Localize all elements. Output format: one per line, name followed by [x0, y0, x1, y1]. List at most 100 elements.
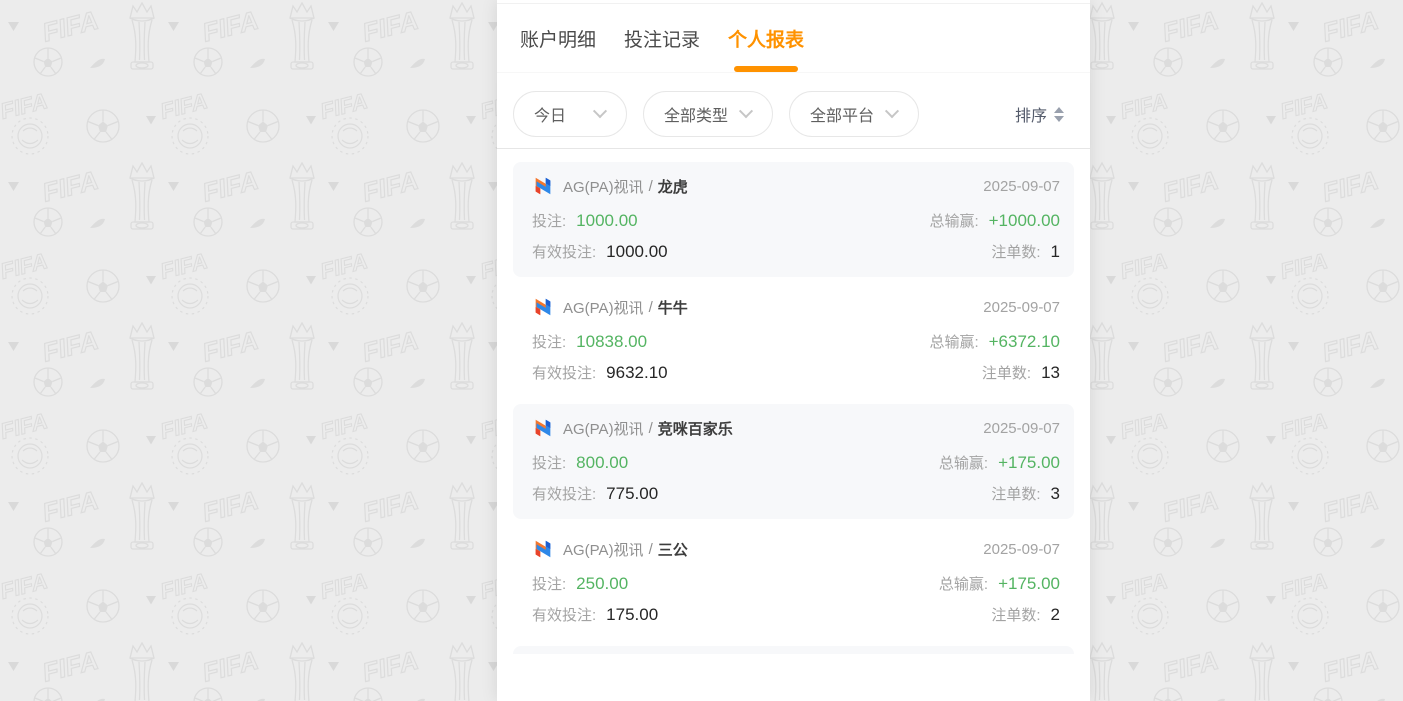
valid-bet-cell: 有效投注: 175.00 [532, 604, 658, 625]
bet-count-value: 13 [1041, 363, 1060, 383]
total-win-cell: 总输赢: +175.00 [939, 573, 1060, 594]
valid-bet-label: 有效投注: [532, 604, 596, 625]
type-filter-dropdown[interactable]: 全部类型 [643, 91, 773, 137]
valid-bet-label: 有效投注: [532, 241, 596, 262]
bet-cell: 投注: 800.00 [532, 452, 628, 473]
card-row: 有效投注: 1000.00 注单数: 1 [532, 241, 1060, 262]
bet-count-label: 注单数: [982, 362, 1031, 383]
total-win-value: +1000.00 [989, 211, 1060, 231]
filter-bar: 今日 全部类型 全部平台 排序 [497, 73, 1090, 149]
total-win-cell: 总输赢: +1000.00 [929, 210, 1060, 231]
card-row: 有效投注: 775.00 注单数: 3 [532, 483, 1060, 504]
valid-bet-value: 9632.10 [606, 363, 667, 383]
bet-label: 投注: [532, 210, 566, 231]
bet-label: 投注: [532, 573, 566, 594]
platform-filter-value: 全部平台 [810, 102, 874, 126]
card-header: AG(PA)视讯 / 龙虎 2025-09-07 [532, 175, 1060, 197]
game-name: 三公 [658, 539, 688, 560]
bet-label: 投注: [532, 452, 566, 473]
valid-bet-cell: 有效投注: 1000.00 [532, 241, 668, 262]
report-panel: 账户明细 投注记录 个人报表 今日 全部类型 全部平台 排序 [497, 0, 1090, 701]
sort-label: 排序 [1015, 102, 1047, 126]
bet-count-cell: 注单数: 1 [991, 241, 1060, 262]
record-date: 2025-09-07 [983, 178, 1060, 195]
sort-control[interactable]: 排序 [1015, 102, 1064, 126]
card-header: AG(PA)视讯 / 竞咪百家乐 2025-09-07 [532, 417, 1060, 439]
record-date: 2025-09-07 [983, 541, 1060, 558]
provider-name: AG(PA)视讯 [563, 297, 644, 318]
bet-value: 800.00 [576, 453, 628, 473]
provider-name: AG(PA)视讯 [563, 539, 644, 560]
report-card[interactable]: AG(PA)视讯 / 牛牛 2025-09-07 投注: 10838.00 总输… [513, 283, 1074, 398]
bet-value: 1000.00 [576, 211, 637, 231]
title-separator: / [649, 178, 653, 195]
sort-arrows-icon [1054, 107, 1064, 122]
total-win-value: +175.00 [998, 453, 1060, 473]
ag-provider-logo-icon [532, 296, 554, 318]
bet-cell: 投注: 1000.00 [532, 210, 638, 231]
bet-cell: 投注: 10838.00 [532, 331, 647, 352]
bet-count-label: 注单数: [991, 604, 1040, 625]
bet-count-cell: 注单数: 13 [982, 362, 1060, 383]
total-win-value: +175.00 [998, 574, 1060, 594]
chevron-down-icon [885, 104, 899, 118]
valid-bet-label: 有效投注: [532, 362, 596, 383]
tab-personal-report[interactable]: 个人报表 [728, 4, 804, 72]
ag-provider-logo-icon [532, 417, 554, 439]
card-row: 投注: 250.00 总输赢: +175.00 [532, 573, 1060, 594]
title-separator: / [649, 420, 653, 437]
ag-provider-logo-icon [532, 538, 554, 560]
card-header: AG(PA)视讯 / 三公 2025-09-07 [532, 538, 1060, 560]
ag-provider-logo-icon [532, 175, 554, 197]
title-separator: / [649, 541, 653, 558]
valid-bet-value: 775.00 [606, 484, 658, 504]
card-row: 有效投注: 175.00 注单数: 2 [532, 604, 1060, 625]
bet-value: 250.00 [576, 574, 628, 594]
valid-bet-value: 175.00 [606, 605, 658, 625]
bet-count-value: 2 [1051, 605, 1060, 625]
valid-bet-cell: 有效投注: 9632.10 [532, 362, 668, 383]
tab-bet-records[interactable]: 投注记录 [624, 4, 700, 72]
date-filter-value: 今日 [534, 102, 566, 126]
bet-count-cell: 注单数: 2 [991, 604, 1060, 625]
tab-bar: 账户明细 投注记录 个人报表 [497, 4, 1090, 73]
partial-next-card [513, 646, 1074, 654]
bet-count-value: 3 [1051, 484, 1060, 504]
card-header: AG(PA)视讯 / 牛牛 2025-09-07 [532, 296, 1060, 318]
total-win-label: 总输赢: [929, 331, 978, 352]
chevron-down-icon [593, 104, 607, 118]
provider-name: AG(PA)视讯 [563, 176, 644, 197]
date-filter-dropdown[interactable]: 今日 [513, 91, 627, 137]
page: FIFA [0, 0, 1403, 701]
chevron-down-icon [739, 104, 753, 118]
type-filter-value: 全部类型 [664, 102, 728, 126]
record-date: 2025-09-07 [983, 299, 1060, 316]
total-win-value: +6372.10 [989, 332, 1060, 352]
platform-filter-dropdown[interactable]: 全部平台 [789, 91, 919, 137]
valid-bet-value: 1000.00 [606, 242, 667, 262]
report-list: AG(PA)视讯 / 龙虎 2025-09-07 投注: 1000.00 总输赢… [497, 149, 1090, 654]
title-separator: / [649, 299, 653, 316]
game-name: 牛牛 [658, 297, 688, 318]
total-win-cell: 总输赢: +6372.10 [929, 331, 1060, 352]
tab-account-details[interactable]: 账户明细 [520, 4, 596, 72]
valid-bet-label: 有效投注: [532, 483, 596, 504]
total-win-label: 总输赢: [939, 452, 988, 473]
bet-count-label: 注单数: [991, 483, 1040, 504]
report-card[interactable]: AG(PA)视讯 / 竞咪百家乐 2025-09-07 投注: 800.00 总… [513, 404, 1074, 519]
provider-name: AG(PA)视讯 [563, 418, 644, 439]
card-row: 投注: 1000.00 总输赢: +1000.00 [532, 210, 1060, 231]
report-card[interactable]: AG(PA)视讯 / 龙虎 2025-09-07 投注: 1000.00 总输赢… [513, 162, 1074, 277]
bet-value: 10838.00 [576, 332, 647, 352]
total-win-cell: 总输赢: +175.00 [939, 452, 1060, 473]
bet-count-cell: 注单数: 3 [991, 483, 1060, 504]
total-win-label: 总输赢: [929, 210, 978, 231]
game-name: 竞咪百家乐 [658, 418, 733, 439]
card-row: 投注: 10838.00 总输赢: +6372.10 [532, 331, 1060, 352]
card-row: 有效投注: 9632.10 注单数: 13 [532, 362, 1060, 383]
bet-count-label: 注单数: [991, 241, 1040, 262]
report-card[interactable]: AG(PA)视讯 / 三公 2025-09-07 投注: 250.00 总输赢:… [513, 525, 1074, 640]
record-date: 2025-09-07 [983, 420, 1060, 437]
bet-cell: 投注: 250.00 [532, 573, 628, 594]
game-name: 龙虎 [658, 176, 688, 197]
